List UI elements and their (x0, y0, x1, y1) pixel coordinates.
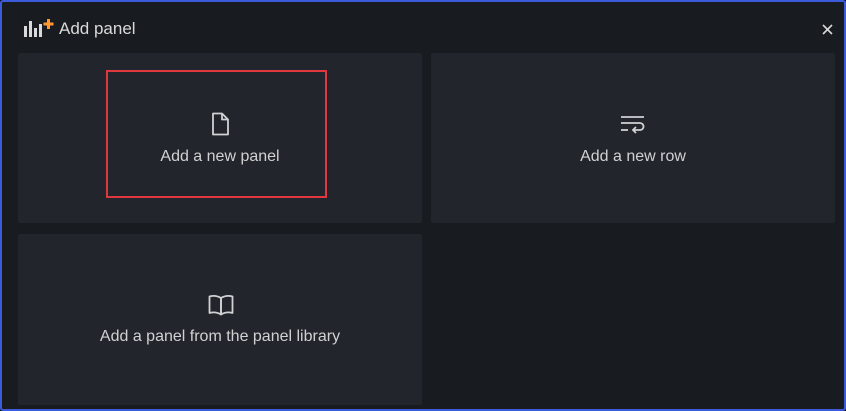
dialog-header: Add panel (2, 2, 844, 54)
book-icon (207, 292, 234, 318)
add-panel-dialog: Add panel Add a new panel Add a new row … (0, 0, 846, 411)
dialog-title: Add panel (59, 19, 136, 38)
add-from-library-option[interactable]: Add a panel from the panel library (18, 234, 422, 405)
file-icon (207, 111, 233, 137)
add-panel-icon (23, 18, 57, 40)
add-new-panel-option[interactable]: Add a new panel (18, 53, 422, 223)
add-new-row-option[interactable]: Add a new row (431, 53, 835, 223)
add-from-library-label: Add a panel from the panel library (99, 328, 341, 345)
row-wrap-icon (619, 112, 645, 138)
close-icon (822, 24, 833, 35)
add-new-row-label: Add a new row (580, 148, 686, 165)
add-new-panel-label: Add a new panel (160, 148, 280, 165)
close-button[interactable] (818, 18, 838, 40)
